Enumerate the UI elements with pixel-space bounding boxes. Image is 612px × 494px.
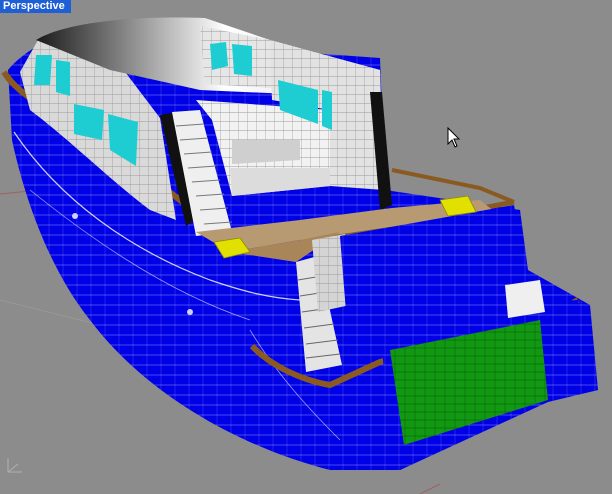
world-axis-icon [7,458,22,473]
perspective-viewport[interactable]: Perspective [0,0,612,494]
mouse-pointer-icon [447,127,461,148]
boat-model-render[interactable] [0,0,612,494]
viewport-title-tab[interactable]: Perspective [0,0,71,13]
